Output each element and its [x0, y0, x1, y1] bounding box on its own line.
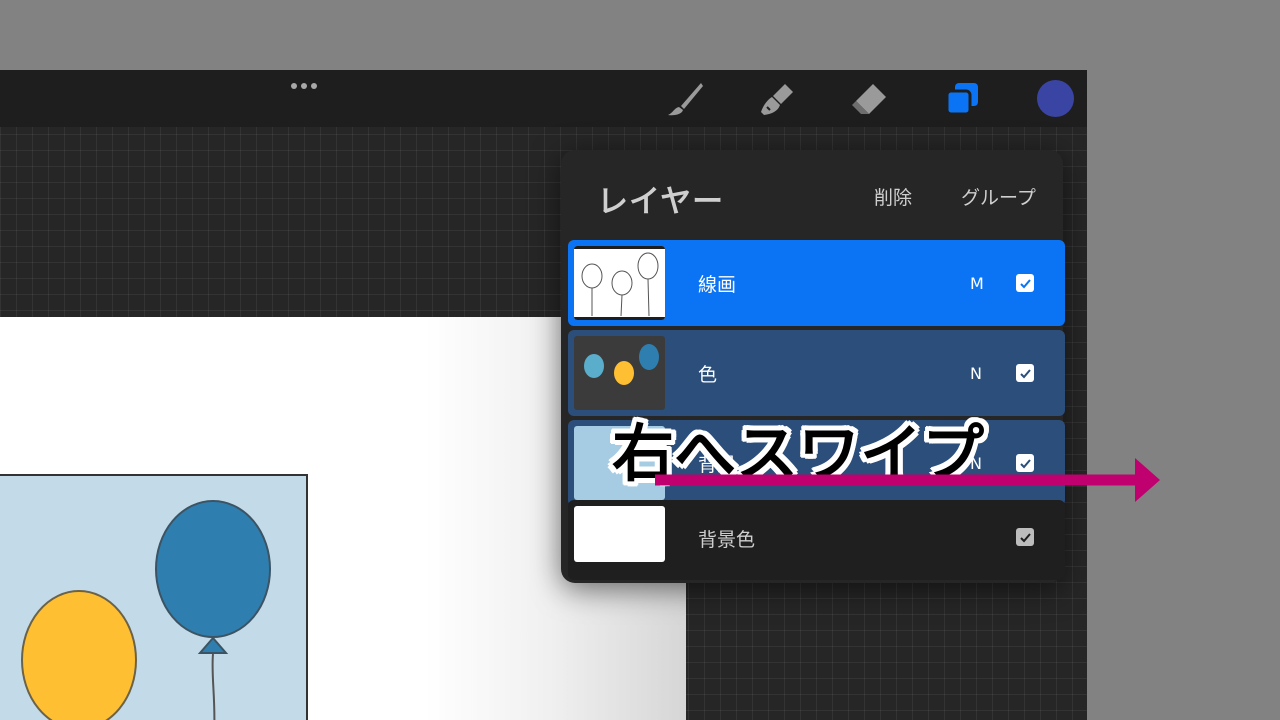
delete-button[interactable]: 削除 [874, 183, 912, 210]
brush-icon[interactable] [665, 80, 705, 118]
layer-row-background-color[interactable]: 背景色 [568, 500, 1065, 580]
layers-panel: レイヤー 削除 グループ 線画 M 色 N 背景 N 背景色 [561, 150, 1065, 583]
layer-name: 線画 [698, 274, 737, 296]
layer-name: 背景色 [698, 529, 756, 551]
layer-name: 色 [698, 364, 718, 386]
swipe-right-arrow-icon [655, 458, 1160, 502]
more-dots-icon[interactable] [291, 80, 321, 92]
procreate-app: レイヤー 削除 グループ 線画 M 色 N 背景 N 背景色 [0, 70, 1087, 720]
layer-row-lineart[interactable]: 線画 M [568, 240, 1065, 326]
blend-mode-button[interactable]: N [970, 364, 982, 383]
color-swatch[interactable] [1037, 80, 1074, 117]
layer-thumbnail [574, 336, 665, 410]
smudge-icon[interactable] [757, 80, 797, 118]
visibility-checkbox[interactable] [1016, 274, 1034, 292]
eraser-icon[interactable] [849, 80, 889, 118]
group-button[interactable]: グループ [961, 183, 1036, 210]
visibility-checkbox[interactable] [1016, 364, 1034, 382]
layer-thumbnail [574, 506, 665, 562]
checkmark-icon [1019, 368, 1031, 378]
checkmark-icon [1019, 278, 1031, 288]
top-toolbar [0, 70, 1087, 127]
blend-mode-button[interactable]: M [970, 274, 984, 293]
panel-title: レイヤー [597, 184, 725, 220]
layer-thumbnail [574, 246, 665, 320]
balloon-artwork [0, 474, 308, 720]
checkmark-icon [1019, 532, 1031, 542]
layers-icon[interactable] [942, 80, 982, 118]
visibility-checkbox[interactable] [1016, 528, 1034, 546]
